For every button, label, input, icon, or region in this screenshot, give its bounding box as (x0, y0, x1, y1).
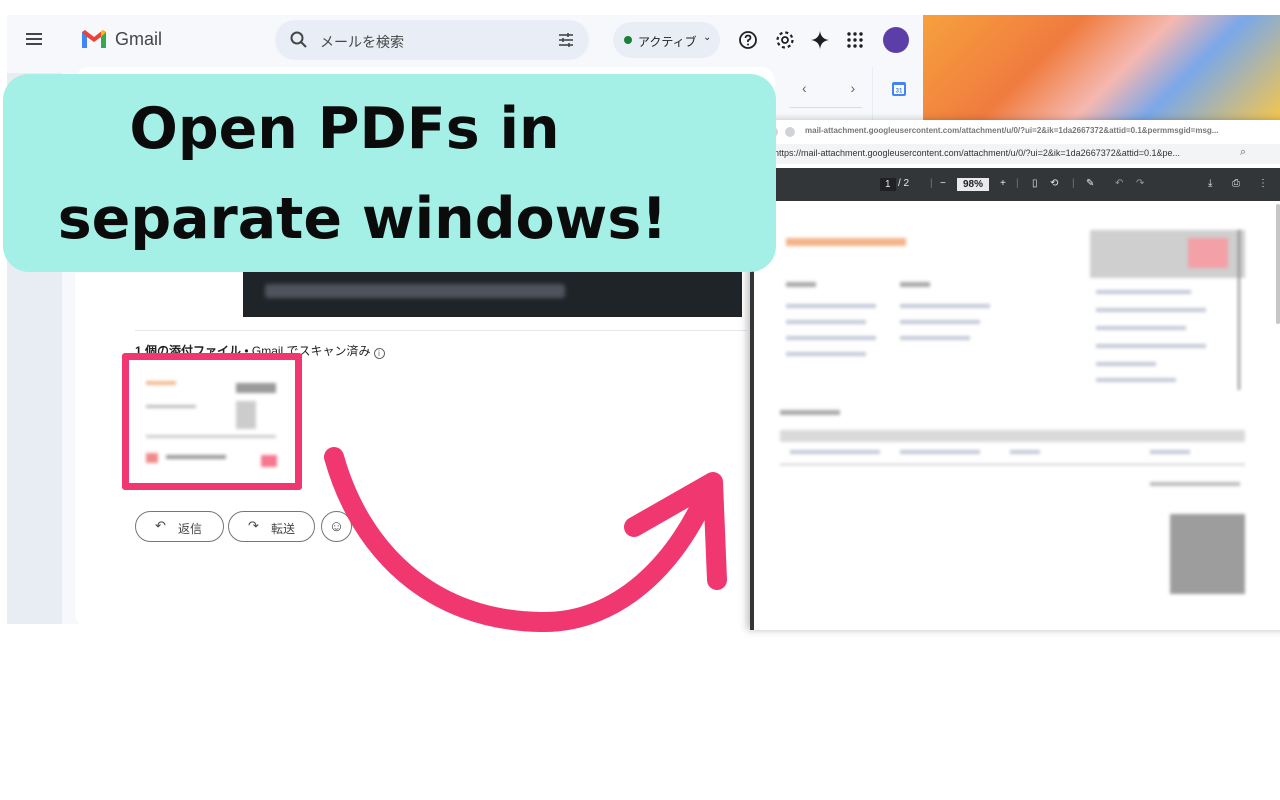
headline-line-2: separate windows! (57, 186, 668, 252)
toolbar-divider-3: | (1072, 178, 1075, 189)
search-input[interactable]: メールを検索 (275, 20, 589, 60)
info-icon[interactable]: i (373, 348, 385, 359)
attachment-highlight (122, 353, 302, 490)
fit-page-icon[interactable]: ▯ (1032, 178, 1038, 189)
more-options-icon[interactable]: ⋮ (1258, 178, 1268, 189)
search-placeholder: メールを検索 (320, 34, 404, 50)
zoom-out-button[interactable]: − (940, 178, 946, 189)
pdf-toolbar: 1 / 2 | − 98% + | ▯ ⟲ | ✎ ↶ ↷ ⤓ ⎙ ⋮ (750, 168, 1280, 201)
search-icon[interactable] (289, 30, 309, 50)
headline-callout: Open PDFs in separate windows! (3, 74, 776, 272)
reply-icon: ↶ (155, 518, 166, 533)
url-text: https://mail-attachment.googleuserconten… (774, 148, 1181, 158)
pager-rule (789, 107, 862, 108)
pdf-page[interactable] (750, 202, 1280, 630)
print-icon[interactable]: ⎙ (1232, 178, 1240, 189)
gmail-logo-icon (82, 30, 106, 48)
download-icon[interactable]: ⤓ (1208, 178, 1212, 189)
url-bar[interactable]: https://mail-attachment.googleuserconten… (750, 144, 1280, 164)
reply-label: 返信 (178, 522, 203, 536)
redo-icon[interactable]: ↷ (1136, 178, 1144, 189)
status-chip[interactable]: アクティブ ⌄ (613, 22, 720, 58)
attachment-divider (135, 330, 747, 331)
annotate-icon[interactable]: ✎ (1086, 178, 1094, 189)
toolbar-divider-2: | (1016, 178, 1019, 189)
zoom-in-button[interactable]: + (1000, 178, 1006, 189)
blurred-text (265, 284, 565, 298)
avatar[interactable] (883, 27, 909, 53)
menu-icon[interactable] (24, 29, 44, 49)
page-current-input[interactable]: 1 (880, 178, 896, 191)
rotate-icon[interactable]: ⟲ (1050, 178, 1058, 189)
undo-icon[interactable]: ↶ (1115, 178, 1123, 189)
emoji-icon[interactable]: ☺ (321, 511, 352, 542)
message-dark-block (243, 267, 742, 317)
page-total: / 2 (898, 178, 910, 189)
zoom-icon[interactable]: ⌕ (1240, 146, 1246, 159)
chevron-down-icon: ⌄ (703, 32, 712, 43)
pdf-window: mail-attachment.googleusercontent.com/at… (750, 120, 1280, 630)
window-minimize-dot[interactable] (785, 127, 795, 137)
forward-button[interactable]: ↷ 転送 (228, 511, 315, 542)
status-dot (624, 36, 632, 44)
reply-button[interactable]: ↶ 返信 (135, 511, 224, 542)
forward-label: 転送 (271, 522, 296, 536)
gear-icon[interactable] (774, 29, 796, 51)
calendar-badge: 31 (896, 89, 903, 95)
status-label: アクティブ (638, 35, 697, 49)
headline-line-1: Open PDFs in (129, 96, 560, 162)
apps-grid-icon[interactable] (844, 29, 866, 51)
forward-icon: ↷ (248, 518, 259, 533)
stage: Gmail メールを検索 アクティブ ⌄ ‹ › 31 1 個の添付ファイル •… (0, 0, 1280, 800)
desktop-wallpaper (923, 15, 1280, 121)
pager-arrows[interactable]: ‹ › (802, 80, 875, 96)
zoom-level[interactable]: 98% (957, 178, 990, 191)
filter-icon[interactable] (557, 31, 575, 49)
calendar-icon[interactable]: 31 (891, 81, 907, 97)
sparkle-icon[interactable] (809, 29, 831, 51)
gmail-wordmark: Gmail (115, 29, 163, 49)
window-title: mail-attachment.googleusercontent.com/at… (805, 126, 1219, 135)
pdf-scrollbar[interactable] (1276, 204, 1280, 324)
toolbar-divider: | (930, 178, 933, 189)
help-icon[interactable] (737, 29, 759, 51)
